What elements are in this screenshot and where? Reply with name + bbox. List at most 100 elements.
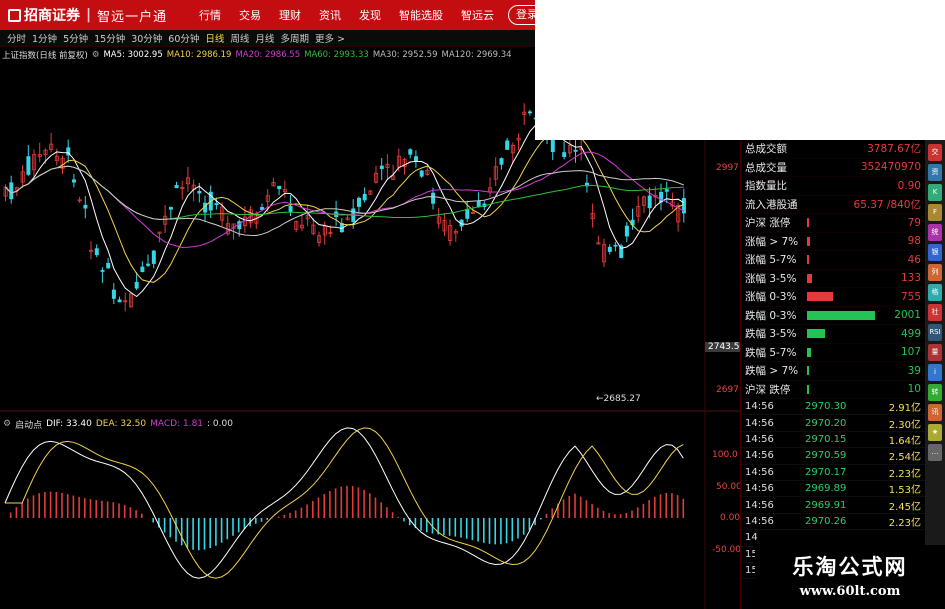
candle — [180, 180, 185, 200]
stat-row: 流入港股通 65.37 /840亿 — [741, 196, 925, 214]
candle — [499, 157, 504, 170]
tick-time: 14:56 — [745, 466, 774, 478]
vol-icon[interactable]: 量 — [928, 344, 942, 361]
bank-icon[interactable]: 银 — [928, 244, 942, 261]
tick-volume: 2.91亿 — [888, 403, 921, 415]
candle — [339, 218, 344, 233]
grid-icon[interactable]: 格 — [928, 284, 942, 301]
tick-volume: 2.23亿 — [888, 468, 921, 480]
candle — [32, 149, 37, 177]
candle — [664, 181, 669, 204]
macd-line — [5, 427, 684, 579]
tick-volume: 2.23亿 — [888, 517, 921, 529]
candle — [419, 169, 424, 178]
candle — [20, 165, 25, 188]
stats-icon[interactable]: 统 — [928, 224, 942, 241]
candle — [585, 174, 590, 193]
candle — [442, 213, 447, 237]
candle — [225, 215, 230, 236]
breadth-value: 39 — [907, 364, 921, 377]
blank-overlay — [535, 0, 945, 140]
tick-volume: 1.53亿 — [888, 485, 921, 497]
breadth-label: 跌幅 5-7% — [745, 346, 797, 359]
tick-time: 14:56 — [745, 417, 774, 429]
breadth-value: 98 — [907, 235, 921, 248]
tick-time: 14:56 — [745, 450, 774, 462]
dif-value: DIF: 33.40 — [46, 419, 92, 429]
candle — [642, 195, 647, 213]
indicator-name[interactable]: 启动点 — [15, 418, 42, 431]
trade-icon[interactable]: 交 — [928, 144, 942, 161]
candle — [299, 213, 304, 232]
breadth-row: 涨幅 3-5% 133 — [741, 270, 925, 288]
more-icon[interactable]: … — [928, 444, 942, 461]
list-icon[interactable]: 列 — [928, 264, 942, 281]
info-icon[interactable]: i — [928, 364, 942, 381]
ma-line — [5, 151, 685, 249]
indicator-legend: ⚙ 启动点 DIF: 33.40 DEA: 32.50 MACD: 1.81 :… — [0, 417, 300, 431]
breadth-label: 涨幅 3-5% — [745, 272, 797, 285]
breadth-label: 跌幅 0-3% — [745, 309, 797, 322]
tick-row: 14:56 2970.30 2.91亿 — [741, 399, 925, 416]
candle — [505, 138, 510, 150]
tick-row: 14:56 2970.17 2.23亿 — [741, 465, 925, 481]
tick-price: 2970.15 — [805, 433, 847, 445]
stat-value: 352470970 — [860, 161, 921, 174]
candle — [9, 175, 14, 204]
candle — [334, 200, 339, 226]
stat-row: 总成交量 352470970 — [741, 159, 925, 177]
tick-time: 14:56 — [745, 483, 774, 495]
chart-icon[interactable]: K — [928, 184, 942, 201]
breadth-bar — [807, 366, 809, 376]
price-cursor-label: 2743.5 — [705, 342, 743, 352]
candle — [476, 192, 481, 208]
candle — [356, 196, 361, 213]
rsi-icon[interactable]: RSI — [928, 324, 942, 341]
candle — [453, 228, 458, 242]
candle — [89, 241, 94, 260]
breadth-row: 跌幅 5-7% 107 — [741, 344, 925, 362]
candle — [391, 164, 396, 180]
breadth-row: 涨幅 > 7% 98 — [741, 233, 925, 251]
candle — [174, 181, 179, 189]
breadth-label: 沪深 跌停 — [745, 383, 791, 396]
market-panel: 总成交额 3787.67亿 总成交量 352470970 指数量比 0.90 流入港股通 65… — [740, 140, 925, 609]
indicator-settings-icon[interactable]: ⚙ — [3, 419, 11, 429]
star-icon[interactable]: ★ — [928, 424, 942, 441]
tick-price: 2970.59 — [805, 450, 847, 462]
candle — [413, 150, 418, 168]
candle — [83, 196, 88, 219]
bbs-icon[interactable]: 社 — [928, 304, 942, 321]
candle — [271, 177, 276, 187]
candle — [368, 189, 373, 195]
candle — [602, 238, 607, 268]
tick-time: 14:56 — [745, 401, 774, 413]
breadth-value: 499 — [900, 327, 921, 340]
candle — [146, 254, 151, 267]
calc-icon[interactable]: F — [928, 204, 942, 221]
watermark: 乐淘公式网 www.60lt.com — [755, 545, 945, 609]
candle — [522, 103, 527, 126]
candle — [448, 219, 453, 246]
tick-price: 2970.30 — [805, 401, 847, 413]
breadth-list: 沪深 涨停 79 涨幅 > 7% 98 涨幅 5-7% 46 涨幅 3-5% 133 涨幅 0-… — [741, 214, 925, 399]
tick-row: 14:56 2969.91 2.45亿 — [741, 497, 925, 514]
candle — [305, 204, 310, 227]
macd-tick: -50.00 — [712, 545, 742, 555]
candle — [516, 133, 521, 151]
news-icon[interactable]: 资 — [928, 164, 942, 181]
breadth-label: 涨幅 5-7% — [745, 254, 797, 267]
tool-sidebar: 交资 K F 统银列格社 RSI 量 i 转讯 ★ … — [925, 140, 945, 609]
candle — [294, 220, 299, 232]
breadth-label: 沪深 涨停 — [745, 217, 791, 230]
breadth-row: 涨幅 0-3% 755 — [741, 288, 925, 307]
swap-icon[interactable]: 转 — [928, 384, 942, 401]
stat-value: 3787.67亿 — [867, 143, 921, 156]
candle — [185, 167, 190, 192]
news2-icon[interactable]: 讯 — [928, 404, 942, 421]
tick-price: 2970.17 — [805, 466, 847, 478]
candle — [66, 139, 71, 163]
candle — [636, 195, 641, 223]
candle — [260, 203, 265, 210]
candle — [385, 154, 390, 180]
